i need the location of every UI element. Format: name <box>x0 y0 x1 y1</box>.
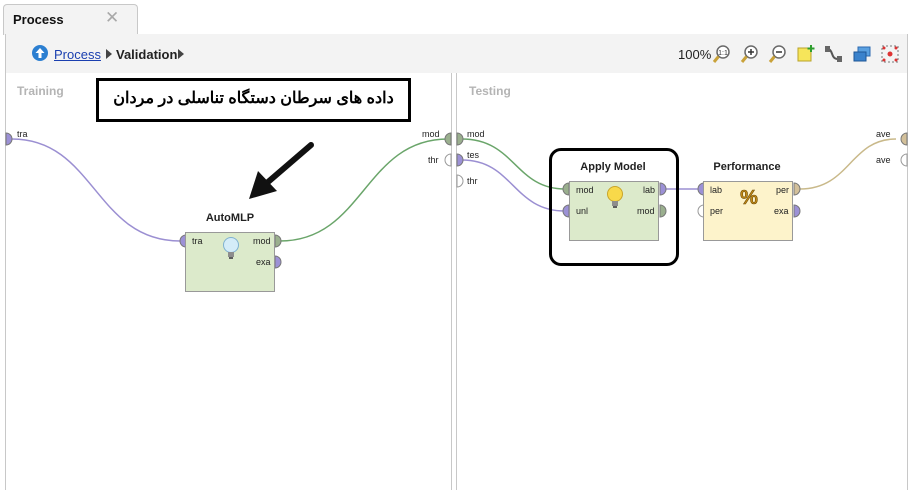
port-left-mod <box>444 132 452 146</box>
port-label-left-tra: tra <box>17 129 28 139</box>
port-label-right-thr: thr <box>467 176 478 186</box>
automlp-port-label-tra: tra <box>192 236 203 246</box>
port-right-thr <box>456 174 464 188</box>
wire-tra-to-automlp <box>11 138 181 242</box>
performance-port-label-lab: lab <box>710 185 723 195</box>
port-label-left-thr: thr <box>428 155 439 165</box>
automlp-port-label-exa: exa <box>256 257 271 267</box>
automlp-port-label-mod: mod <box>253 236 271 246</box>
automlp-port-exa <box>274 255 282 269</box>
connection-layer <box>5 132 908 269</box>
port-right-mod <box>456 132 464 146</box>
wire-automlp-to-mod <box>279 138 449 242</box>
performance-port-label-exa-out: exa <box>774 206 789 216</box>
percent-icon: % <box>740 187 759 208</box>
port-label-left-mod: mod <box>422 129 440 139</box>
performance-port-exa-out <box>793 204 801 218</box>
arrow-icon <box>249 142 314 199</box>
svg-text:%: % <box>740 187 758 208</box>
performance-port-per-out <box>793 182 801 196</box>
lightbulb-icon <box>223 237 239 259</box>
performance-port-label-per-out: per <box>776 185 790 195</box>
port-left-tra <box>5 132 13 146</box>
port-label-right-ave-1: ave <box>876 129 891 139</box>
automlp-port-mod <box>274 234 282 248</box>
port-right-ave-1 <box>900 132 908 146</box>
port-label-right-mod: mod <box>467 129 485 139</box>
port-right-ave-2 <box>900 153 908 167</box>
highlight-frame <box>549 148 679 266</box>
port-label-right-tes: tes <box>467 150 480 160</box>
port-left-thr <box>444 153 452 167</box>
port-right-tes <box>456 153 464 167</box>
performance-port-label-per: per <box>710 206 724 216</box>
performance-title: Performance <box>713 161 781 173</box>
port-label-right-ave-2: ave <box>876 155 891 165</box>
automlp-title: AutoMLP <box>205 212 255 224</box>
